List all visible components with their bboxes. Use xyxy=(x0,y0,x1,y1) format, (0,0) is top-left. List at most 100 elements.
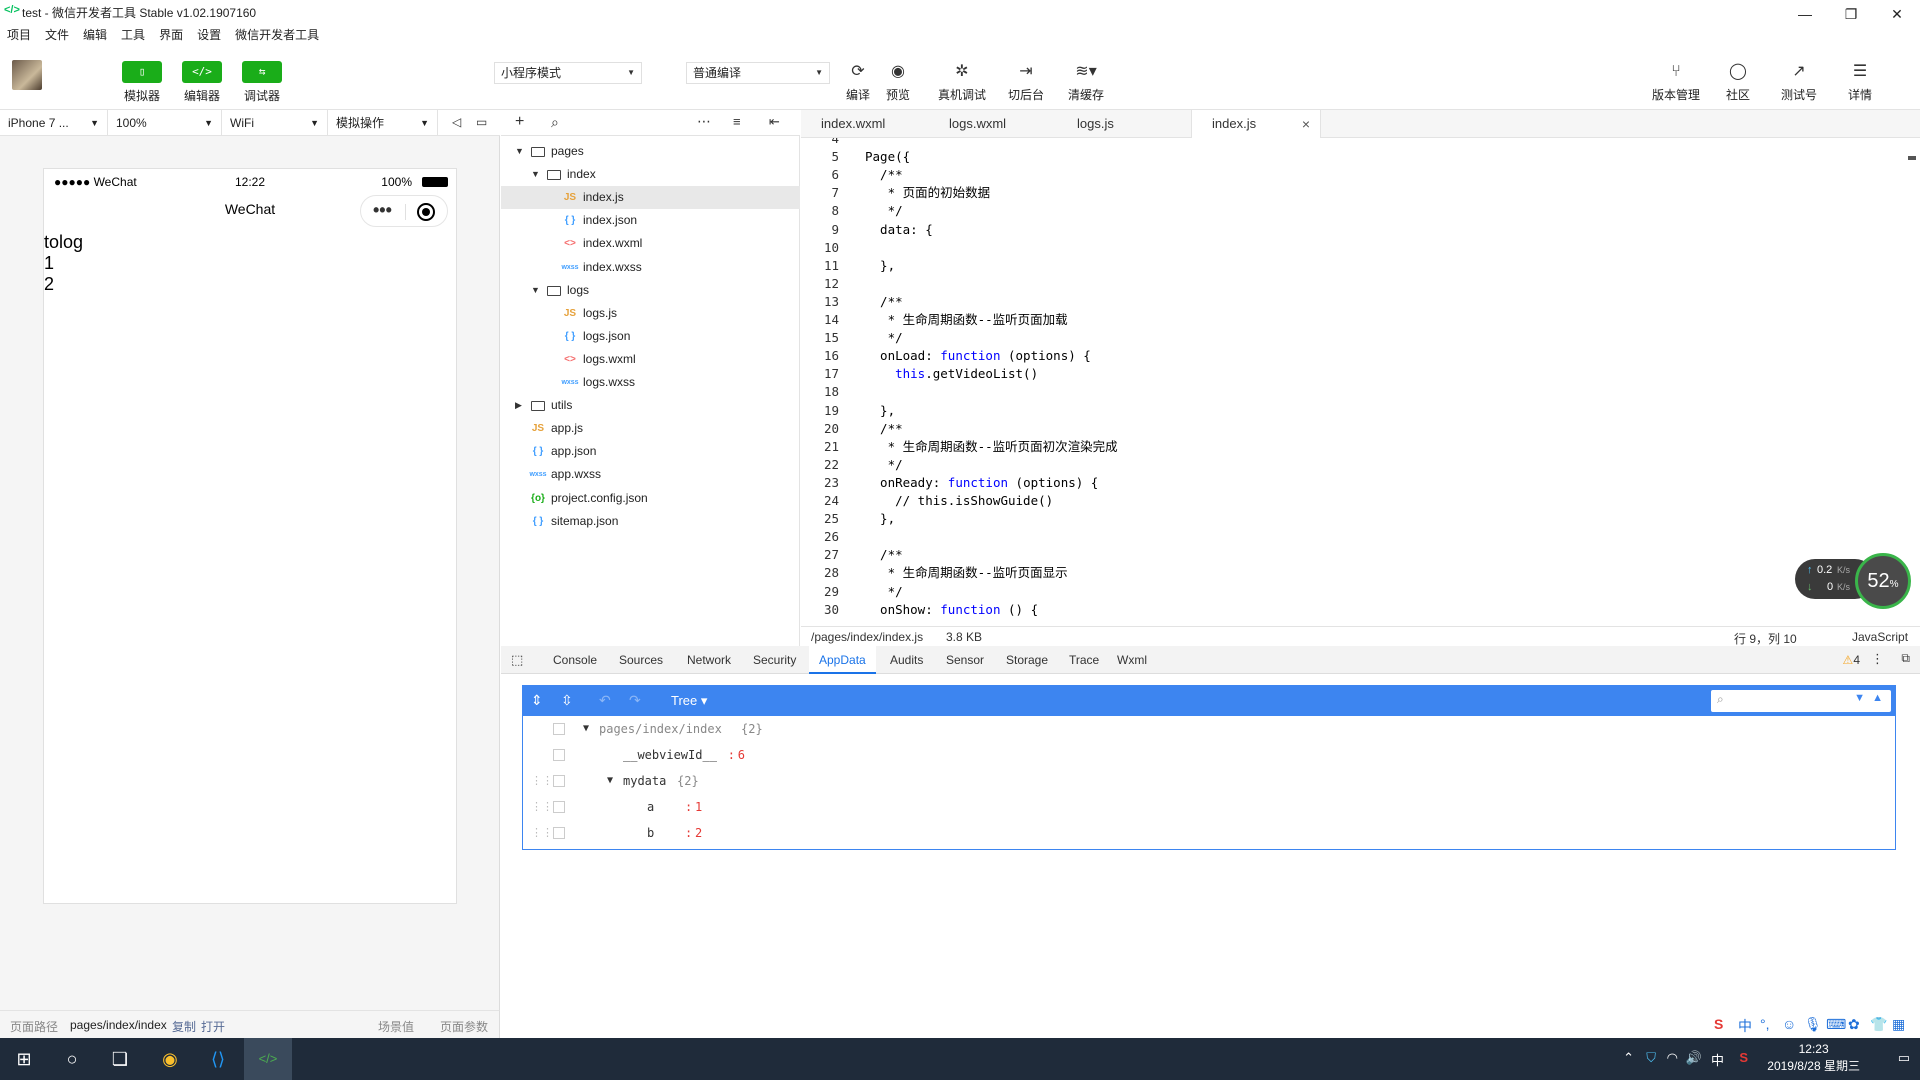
wechat-devtools-icon[interactable]: </> xyxy=(244,1038,292,1080)
appdata-row[interactable]: ⋮⋮ a:1 xyxy=(523,794,1895,820)
folder-item[interactable]: ▼ index xyxy=(501,163,800,186)
file-item[interactable]: <> logs.wxml xyxy=(501,348,800,371)
file-item[interactable]: { } sitemap.json xyxy=(501,510,800,533)
data-value[interactable]: 2 xyxy=(695,820,702,846)
search-icon[interactable]: ⌕ xyxy=(551,114,559,131)
expand-all-icon[interactable]: ⇕ xyxy=(531,692,543,709)
remote-debug-button[interactable]: ✲ 真机调试 xyxy=(934,60,990,103)
search-up-icon[interactable]: ▲ xyxy=(1872,692,1883,704)
copy-link[interactable]: 复制 xyxy=(172,1018,196,1035)
row-checkbox[interactable] xyxy=(553,801,565,813)
keyboard-icon[interactable]: ⌨ xyxy=(1826,1016,1846,1033)
row-checkbox[interactable] xyxy=(553,775,565,787)
appdata-row[interactable]: ⋮⋮ ▼ mydata {2} xyxy=(523,768,1895,794)
expand-toggle-icon[interactable]: ▼ xyxy=(607,768,613,794)
collapse-icon[interactable]: ≡ xyxy=(733,114,741,129)
emoji-icon[interactable]: ☺ xyxy=(1782,1016,1796,1032)
cursor-position[interactable]: 行 9，列 10 xyxy=(1734,630,1797,647)
code-editor[interactable]: 4 5 Page({6 /** 7 * 页面的初始数据 8 */9 data: {10 1… xyxy=(801,138,1920,626)
appdata-row[interactable]: ▼ pages/index/index {2} xyxy=(523,716,1895,742)
chevron-down-icon[interactable]: ▼ xyxy=(515,140,524,163)
row-checkbox[interactable] xyxy=(553,723,565,735)
chevron-right-icon[interactable]: ▶ xyxy=(515,394,522,417)
vscode-icon[interactable]: ⟨⟩ xyxy=(194,1038,242,1080)
file-item[interactable]: wxss index.wxss xyxy=(501,256,800,279)
menu-view[interactable]: 界面 xyxy=(152,24,190,46)
network-speed-widget[interactable]: ↑ 0.2 K/s ↓ 0 K/s 52% xyxy=(1795,553,1915,609)
user-avatar[interactable] xyxy=(12,60,42,90)
more-options-icon[interactable]: ⋮ xyxy=(1871,651,1884,667)
details-button[interactable]: ☰ 详情 xyxy=(1832,60,1888,103)
tray-expand-icon[interactable]: ⌃ xyxy=(1623,1050,1634,1066)
chrome-icon[interactable]: ◉ xyxy=(146,1038,194,1080)
data-value[interactable]: 1 xyxy=(695,794,702,820)
tab-logs-js[interactable]: logs.js xyxy=(1057,110,1185,138)
drag-handle-icon[interactable]: ⋮⋮ xyxy=(531,768,553,794)
devtools-tab-sensor[interactable]: Sensor xyxy=(946,646,984,674)
device-select[interactable]: iPhone 7 ... ▼ xyxy=(0,110,108,136)
menu-file[interactable]: 文件 xyxy=(38,24,76,46)
ime-indicator[interactable]: 中 xyxy=(1711,1050,1724,1069)
menu-tools[interactable]: 工具 xyxy=(114,24,152,46)
community-button[interactable]: ◯ 社区 xyxy=(1710,60,1766,103)
menu-edit[interactable]: 编辑 xyxy=(76,24,114,46)
devtools-tab-console[interactable]: Console xyxy=(553,646,597,674)
appdata-row[interactable]: __webviewId__:6 xyxy=(523,742,1895,768)
devtools-tab-appdata[interactable]: AppData xyxy=(809,646,876,674)
volume-icon[interactable]: ◁ xyxy=(452,115,461,129)
warning-count[interactable]: ⚠4 xyxy=(1843,653,1860,667)
appdata-row[interactable]: ⋮⋮ b:2 xyxy=(523,820,1895,846)
devtools-tab-audits[interactable]: Audits xyxy=(890,646,923,674)
security-icon[interactable]: ⛉ xyxy=(1646,1050,1656,1066)
drag-handle-icon[interactable]: ⋮⋮ xyxy=(531,820,553,846)
file-item[interactable]: { } logs.json xyxy=(501,325,800,348)
devtools-tab-wxml[interactable]: Wxml xyxy=(1117,646,1147,674)
undock-icon[interactable]: ⧉ xyxy=(1901,651,1910,666)
more-icon[interactable]: ••• xyxy=(373,200,392,220)
shirt-icon[interactable]: 👕 xyxy=(1870,1016,1887,1033)
capsule-menu[interactable]: ••• xyxy=(360,195,448,227)
add-icon[interactable]: + xyxy=(515,113,524,131)
expand-toggle-icon[interactable]: ▼ xyxy=(583,716,589,742)
row-checkbox[interactable] xyxy=(553,827,565,839)
menu-wechat-devtools[interactable]: 微信开发者工具 xyxy=(228,24,326,46)
wifi-icon[interactable]: ◠ xyxy=(1667,1050,1678,1066)
collapse-all-icon[interactable]: ⇳ xyxy=(561,692,573,709)
notification-icon[interactable]: ▭ xyxy=(1898,1050,1910,1066)
menu-project[interactable]: 项目 xyxy=(0,24,38,46)
ime-lang[interactable]: 中 xyxy=(1738,1016,1752,1036)
clear-cache-button[interactable]: ≋▾ 清缓存 xyxy=(1058,60,1114,103)
mic-icon[interactable]: 🎙 xyxy=(1804,1016,1822,1033)
task-view-icon[interactable]: ❏ xyxy=(96,1038,144,1080)
view-mode-select[interactable]: Tree ▾ xyxy=(671,693,707,709)
editor-scrollbar[interactable] xyxy=(1908,156,1916,160)
page-link-tolog[interactable]: tolog xyxy=(44,232,83,253)
windows-start-icon[interactable]: ⊞ xyxy=(0,1038,48,1080)
debugger-toggle[interactable]: ⇆ 调试器 xyxy=(232,61,292,104)
more-icon[interactable]: ⋯ xyxy=(697,113,711,130)
data-value[interactable]: 6 xyxy=(738,742,745,768)
test-account-button[interactable]: ↗ 测试号 xyxy=(1771,60,1827,103)
menu-settings[interactable]: 设置 xyxy=(190,24,228,46)
file-item[interactable]: wxss logs.wxss xyxy=(501,371,800,394)
sidebar-toggle-icon[interactable]: ⇤ xyxy=(769,114,780,130)
simulator-toggle[interactable]: ▯ 模拟器 xyxy=(112,61,172,104)
devtools-tab-trace[interactable]: Trace xyxy=(1069,646,1099,674)
appdata-search[interactable]: ⌕ ▼ ▲ xyxy=(1711,690,1891,712)
tab-index-js[interactable]: index.js × xyxy=(1191,110,1321,138)
editor-toggle[interactable]: </> 编辑器 xyxy=(172,61,232,104)
mode-select[interactable]: 小程序模式 ▼ xyxy=(494,62,642,84)
operation-select[interactable]: 模拟操作 ▼ xyxy=(328,110,438,136)
system-clock[interactable]: 12:23 2019/8/28 星期三 xyxy=(1767,1041,1860,1075)
devtools-tab-sources[interactable]: Sources xyxy=(619,646,663,674)
network-select[interactable]: WiFi ▼ xyxy=(222,110,328,136)
devtools-tab-security[interactable]: Security xyxy=(753,646,796,674)
open-link[interactable]: 打开 xyxy=(201,1018,225,1035)
search-down-icon[interactable]: ▼ xyxy=(1854,692,1865,704)
devtools-tab-storage[interactable]: Storage xyxy=(1006,646,1048,674)
background-button[interactable]: ⇥ 切后台 xyxy=(998,60,1054,103)
punct-icon[interactable]: °, xyxy=(1760,1016,1770,1032)
grid-icon[interactable]: ▦ xyxy=(1892,1016,1905,1033)
tab-logs-wxml[interactable]: logs.wxml xyxy=(929,110,1057,138)
params-button[interactable]: 页面参数 xyxy=(440,1018,488,1035)
